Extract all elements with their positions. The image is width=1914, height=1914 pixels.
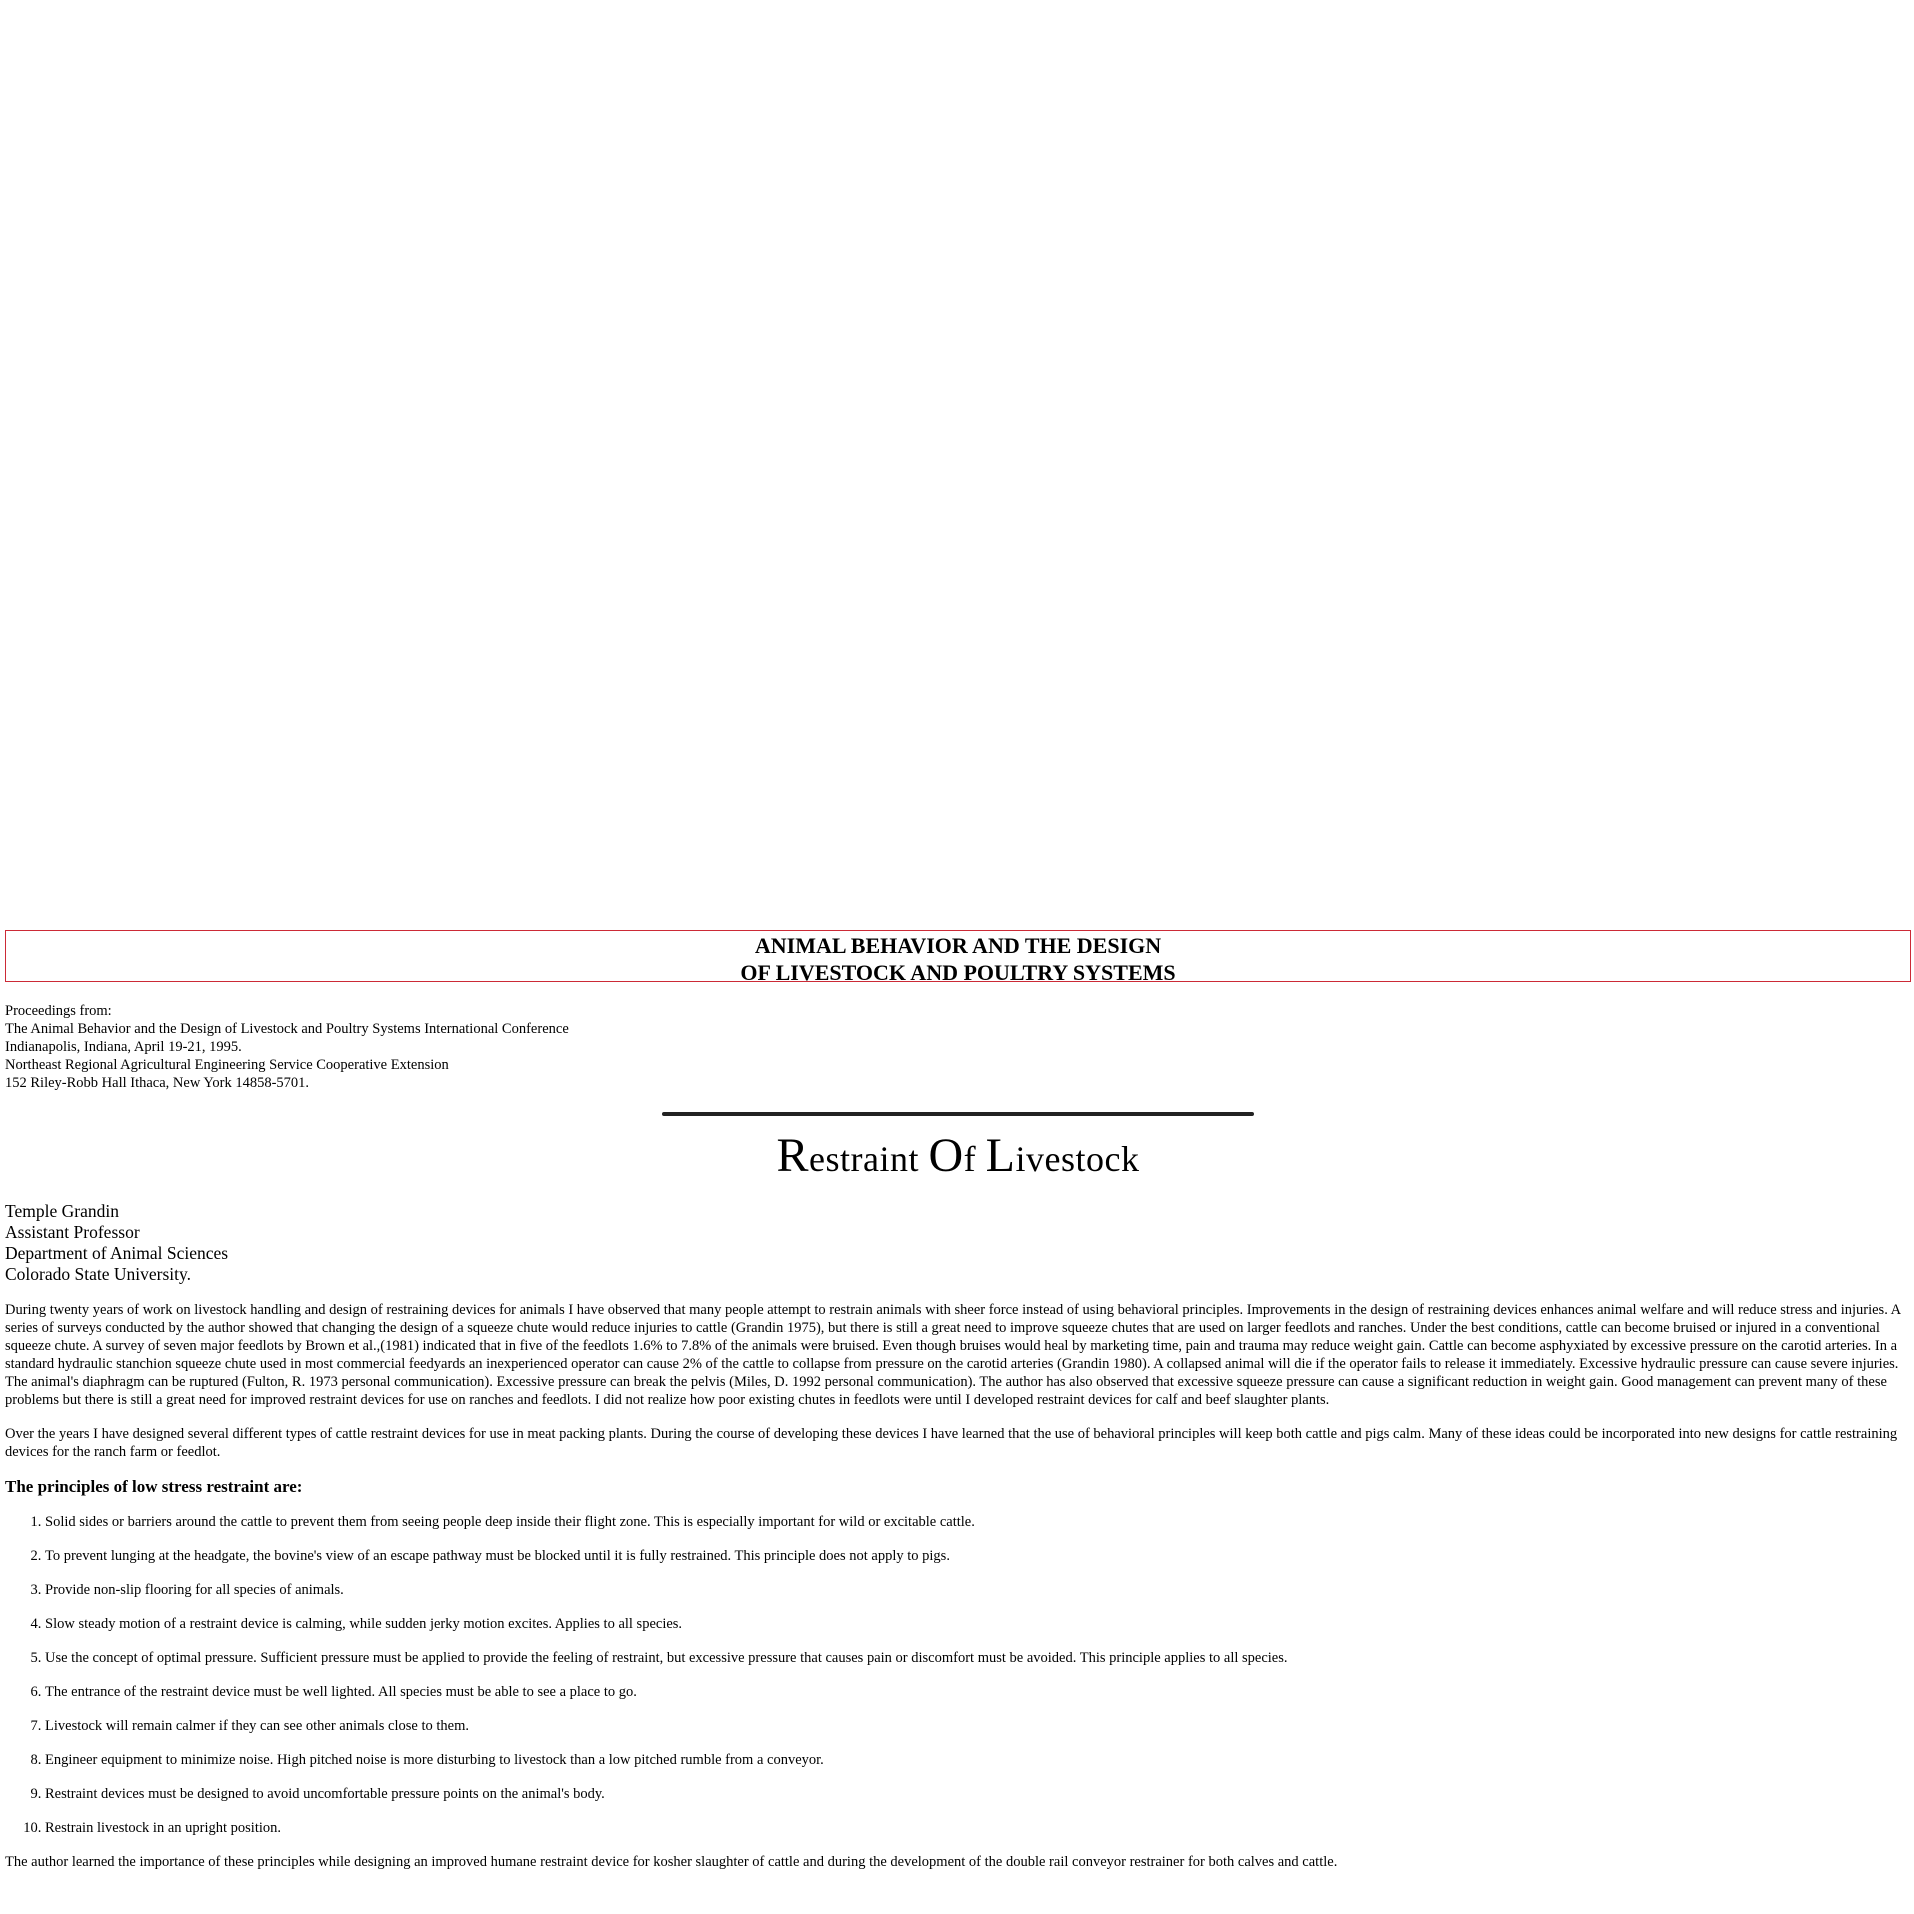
body-paragraph: Over the years I have designed several d…	[5, 1426, 1898, 1460]
list-item: The entrance of the restraint device mus…	[45, 1683, 1911, 1701]
article-title: Restraint Of Livestock	[5, 1132, 1911, 1180]
list-item: Use the concept of optimal pressure. Suf…	[45, 1649, 1911, 1667]
list-item: To prevent lunging at the headgate, the …	[45, 1547, 1911, 1565]
list-item: Engineer equipment to minimize noise. Hi…	[45, 1751, 1911, 1769]
author-university: Colorado State University.	[5, 1264, 191, 1284]
conference-name: The Animal Behavior and the Design of Li…	[5, 1021, 569, 1037]
horizontal-rule	[662, 1112, 1254, 1116]
list-item: Slow steady motion of a restraint device…	[45, 1615, 1911, 1633]
conference-location: Indianapolis, Indiana, April 19-21, 1995…	[5, 1039, 242, 1055]
conference-banner: ANIMAL BEHAVIOR AND THE DESIGN OF LIVEST…	[5, 930, 1911, 985]
title-word-rest: estraint	[809, 1139, 919, 1179]
body-paragraph: The author learned the importance of the…	[5, 1854, 1338, 1870]
publisher: Northeast Regional Agricultural Engineer…	[5, 1057, 449, 1073]
author-department: Department of Animal Sciences	[5, 1243, 229, 1263]
list-item: Livestock will remain calmer if they can…	[45, 1717, 1911, 1735]
title-initial: O	[928, 1129, 964, 1182]
author-block: Temple Grandin Assistant Professor Depar…	[5, 1201, 1911, 1285]
title-word-rest: f	[963, 1139, 977, 1179]
author-name: Temple Grandin	[5, 1201, 119, 1221]
section-heading: The principles of low stress restraint a…	[5, 1477, 303, 1496]
title-initial: R	[776, 1129, 810, 1182]
banner-line-2: OF LIVESTOCK AND POULTRY SYSTEMS	[740, 960, 1176, 985]
list-item: Restraint devices must be designed to av…	[45, 1785, 1911, 1803]
proceedings-block: Proceedings from: The Animal Behavior an…	[5, 1002, 1911, 1092]
publisher-address: 152 Riley-Robb Hall Ithaca, New York 148…	[5, 1075, 310, 1091]
title-initial: L	[985, 1129, 1016, 1182]
body-paragraph: During twenty years of work on livestock…	[5, 1302, 1901, 1408]
list-item: Solid sides or barriers around the cattl…	[45, 1513, 1911, 1531]
article-page: ANIMAL BEHAVIOR AND THE DESIGN OF LIVEST…	[5, 930, 1911, 1886]
banner-line-1: ANIMAL BEHAVIOR AND THE DESIGN	[754, 933, 1162, 958]
principles-list: Solid sides or barriers around the cattl…	[5, 1513, 1911, 1837]
title-word-rest: ivestock	[1015, 1139, 1140, 1179]
proceedings-label: Proceedings from:	[5, 1003, 112, 1019]
list-item: Restrain livestock in an upright positio…	[45, 1819, 1911, 1837]
list-item: Provide non-slip flooring for all specie…	[45, 1581, 1911, 1599]
author-position: Assistant Professor	[5, 1222, 140, 1242]
